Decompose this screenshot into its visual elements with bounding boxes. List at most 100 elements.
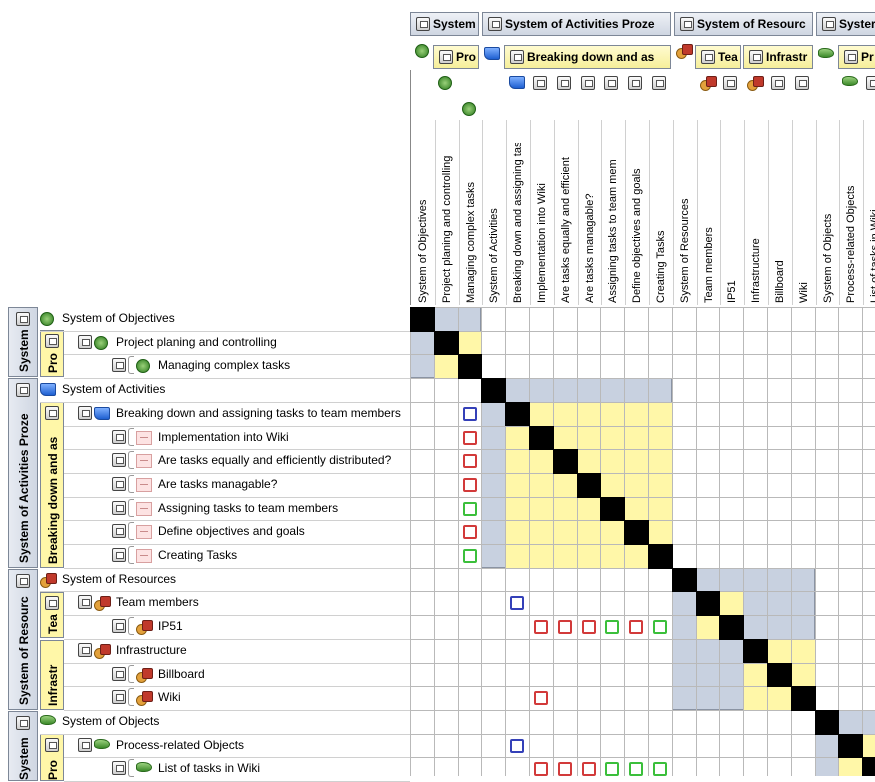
grid-line — [410, 472, 875, 474]
dependency-mark-red[interactable] — [462, 477, 477, 492]
node-icon — [78, 405, 92, 420]
grid-line — [410, 307, 875, 308]
row-label[interactable]: Define objectives and goals — [158, 520, 305, 542]
dependency-mark-red[interactable] — [557, 620, 572, 635]
dependency-mark-green[interactable] — [462, 501, 477, 516]
column-label[interactable]: System of Resources — [675, 143, 695, 303]
dependency-mark-red[interactable] — [534, 691, 548, 706]
dependency-mark-red[interactable] — [534, 762, 548, 776]
task-icon — [136, 525, 152, 540]
grid-line — [410, 662, 875, 664]
node-icon — [78, 737, 92, 752]
grid-line — [600, 307, 602, 776]
dependency-mark-blue[interactable] — [510, 596, 525, 611]
dependency-mark-green[interactable] — [653, 762, 667, 776]
diagonal-cell — [695, 591, 721, 617]
task-icon — [136, 454, 152, 469]
dependency-mark-red[interactable] — [581, 620, 596, 635]
dependency-mark-red[interactable] — [629, 620, 644, 635]
row-separator — [64, 686, 410, 688]
node-icon — [112, 500, 126, 515]
row-label[interactable]: IP51 — [158, 615, 183, 637]
row-label[interactable]: System of Objectives — [62, 307, 175, 329]
grid-line — [695, 307, 697, 776]
column-separator — [696, 120, 698, 305]
diagonal-cell — [719, 615, 745, 640]
row-label[interactable]: Managing complex tasks — [158, 354, 290, 376]
tree-bracket — [128, 498, 134, 517]
row-label[interactable]: Project planing and controlling — [116, 331, 277, 353]
column-label[interactable]: Team members — [699, 143, 719, 303]
row-label[interactable]: Implementation into Wiki — [158, 426, 289, 448]
objective-icon — [94, 335, 108, 350]
row-label[interactable]: System of Activities — [62, 378, 165, 400]
grid-line — [410, 449, 875, 451]
dependency-mark-red[interactable] — [462, 454, 477, 469]
column-label[interactable]: Are tasks equally and efficient — [556, 143, 576, 303]
dependency-mark-red[interactable] — [462, 525, 477, 540]
column-label[interactable]: IP51 — [722, 143, 742, 303]
grid-line — [410, 496, 875, 498]
grid-line — [410, 733, 875, 735]
column-label[interactable]: Process-related Objects — [841, 143, 861, 303]
dependency-mark-green[interactable] — [653, 620, 667, 635]
column-labels: System of Objectives Project planing and … — [410, 70, 875, 305]
row-separator — [64, 662, 410, 664]
row-label[interactable]: System of Resources — [62, 568, 176, 590]
row-label[interactable]: Assigning tasks to team members — [158, 497, 338, 519]
dependency-mark-red[interactable] — [534, 620, 548, 635]
node-icon — [78, 595, 92, 610]
dependency-mark-red[interactable] — [581, 762, 596, 776]
column-label[interactable]: Project planing and controlling — [437, 143, 457, 303]
column-label[interactable]: Infrastructure — [746, 143, 766, 303]
column-label[interactable]: Creating Tasks — [651, 143, 671, 303]
dsm-matrix[interactable] — [410, 307, 875, 776]
row-label[interactable]: Creating Tasks — [158, 544, 237, 566]
node-icon — [112, 548, 126, 562]
dependency-mark-blue[interactable] — [510, 738, 525, 753]
column-label[interactable]: List of tasks in Wiki — [865, 143, 875, 303]
diagonal-cell — [624, 520, 649, 545]
grid-line — [838, 307, 840, 776]
column-label[interactable]: System of Objects — [818, 143, 838, 303]
row-label[interactable]: Process-related Objects — [116, 734, 244, 756]
row-label[interactable]: System of Objects — [62, 710, 159, 732]
column-label[interactable]: Define objectives and goals — [627, 143, 647, 303]
column-label[interactable]: Breaking down and assigning tasks — [508, 143, 528, 303]
process-object-icon — [136, 762, 152, 773]
row-separator — [64, 615, 410, 617]
row-label[interactable]: Billboard — [158, 663, 205, 685]
row-label[interactable]: Are tasks managable? — [158, 473, 277, 495]
grid-line — [576, 307, 578, 776]
dependency-mark-green[interactable] — [605, 620, 620, 635]
row-label[interactable]: Wiki — [158, 686, 181, 708]
column-label[interactable]: Wiki — [794, 143, 814, 303]
row-label[interactable]: Are tasks equally and efficiently distri… — [158, 449, 391, 471]
column-label[interactable]: Billboard — [770, 143, 790, 303]
resource-icon — [94, 596, 111, 612]
diagonal-cell — [529, 425, 554, 451]
column-label[interactable]: Are tasks managable? — [580, 143, 600, 303]
node-icon — [112, 666, 126, 681]
row-label[interactable]: Team members — [116, 591, 199, 613]
task-icon — [136, 549, 152, 563]
dependency-mark-green[interactable] — [605, 762, 620, 776]
row-label[interactable]: Breaking down and assigning tasks to tea… — [116, 402, 401, 424]
objective-icon — [136, 359, 150, 374]
node-icon — [112, 761, 126, 776]
column-label[interactable]: System of Activities — [484, 143, 504, 303]
column-label[interactable]: System of Objectives — [413, 143, 433, 303]
dependency-mark-green[interactable] — [462, 549, 477, 563]
tree-bracket — [128, 664, 134, 683]
column-label[interactable]: Managing complex tasks — [461, 143, 481, 303]
column-label[interactable]: Implementation into Wiki — [532, 143, 552, 303]
column-label[interactable]: Assigning tasks to team mem — [603, 143, 623, 303]
grid-line — [719, 307, 721, 776]
row-label[interactable]: Infrastructure — [116, 639, 187, 661]
dependency-mark-red[interactable] — [557, 762, 572, 776]
dependency-mark-red[interactable] — [462, 430, 477, 445]
dependency-mark-blue[interactable] — [462, 406, 477, 421]
node-icon — [78, 334, 92, 349]
grid-line — [552, 307, 554, 776]
dependency-mark-green[interactable] — [629, 762, 644, 776]
